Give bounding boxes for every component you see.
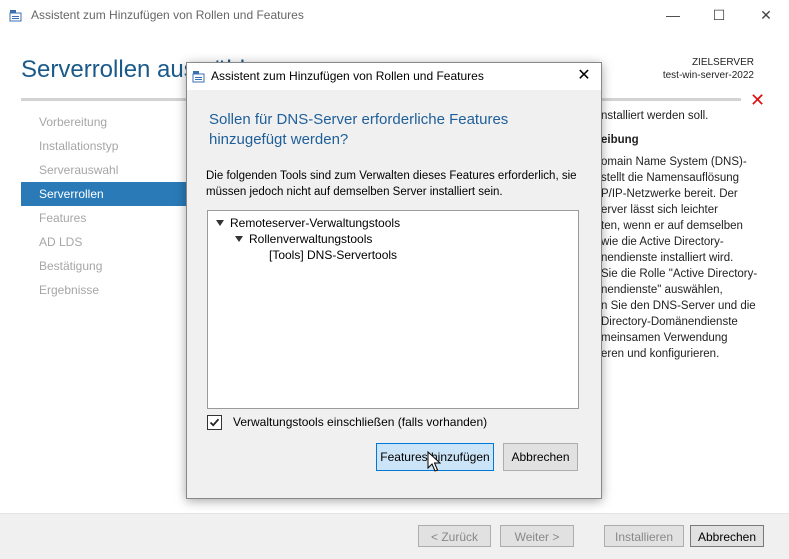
server-manager-icon	[9, 10, 22, 22]
add-features-dialog: Assistent zum Hinzufügen von Rollen und …	[186, 62, 602, 499]
description-line: n Sie den DNS-Server und die	[601, 300, 756, 312]
nav-item-vorbereitung[interactable]: Vorbereitung	[21, 110, 186, 134]
description-line: nendienste installiert wird.	[601, 252, 734, 264]
dialog-question: Sollen für DNS-Server erforderliche Feat…	[209, 111, 509, 148]
nav-item-features[interactable]: Features	[21, 206, 186, 230]
maximize-button[interactable]: ☐	[696, 0, 742, 30]
dialog-close-button[interactable]: ✕	[573, 65, 595, 87]
description-line: Directory-Domänendienste	[601, 316, 738, 328]
description-line: nendienste" auswählen,	[601, 284, 723, 296]
dialog-description: Die folgenden Tools sind zum Verwalten d…	[206, 170, 577, 198]
close-button[interactable]: ✕	[743, 0, 789, 30]
tree-node-dns-servertools[interactable]: [Tools] DNS-Servertools	[269, 247, 397, 263]
target-server-info: ZIELSERVER test-win-server-2022	[663, 56, 754, 82]
server-manager-icon	[192, 71, 205, 83]
description-line: meinsamen Verwendung	[601, 332, 728, 344]
required-features-tree[interactable]: Remoteserver-Verwaltungstools Rollenverw…	[207, 210, 579, 409]
wizard-nav: Vorbereitung Installationstyp Serverausw…	[21, 110, 186, 302]
nav-item-serverrollen[interactable]: Serverrollen	[21, 182, 186, 206]
role-description: nstalliert werden soll. eibung omain Nam…	[601, 108, 771, 362]
tree-node-label: [Tools] DNS-Servertools	[269, 248, 398, 262]
dialog-title: Assistent zum Hinzufügen von Rollen und …	[211, 69, 484, 83]
target-server-name: test-win-server-2022	[662, 70, 754, 81]
tree-node-rollenverwaltung[interactable]: Rollenverwaltungstools	[235, 231, 372, 247]
wizard-footer: < Zurück Weiter > Installieren Abbrechen	[0, 513, 789, 559]
dialog-cancel-button[interactable]: Abbrechen	[503, 443, 578, 471]
back-button[interactable]: < Zurück	[418, 525, 491, 547]
nav-item-bestaetigung[interactable]: Bestätigung	[21, 254, 186, 278]
collapse-triangle-icon[interactable]	[216, 220, 224, 226]
include-tools-checkbox[interactable]	[207, 415, 222, 430]
nav-item-serverauswahl[interactable]: Serverauswahl	[21, 158, 186, 182]
description-line: eren und konfigurieren.	[601, 348, 720, 360]
description-line: Sie die Rolle "Active Directory-	[601, 268, 758, 280]
nav-item-ad-lds[interactable]: AD LDS	[21, 230, 186, 254]
include-tools-label[interactable]: Verwaltungstools einschließen (falls vor…	[233, 415, 487, 429]
tree-node-label: Rollenverwaltungstools	[249, 232, 373, 246]
description-intro: nstalliert werden soll.	[601, 110, 709, 122]
description-heading: eibung	[601, 134, 639, 146]
tree-node-label: Remoteserver-Verwaltungstools	[230, 216, 401, 230]
description-line: P/IP-Netzwerke bereit. Der	[601, 188, 738, 200]
collapse-triangle-icon[interactable]	[235, 236, 243, 242]
title-bar: Assistent zum Hinzufügen von Rollen und …	[0, 0, 789, 30]
tree-node-remoteserver[interactable]: Remoteserver-Verwaltungstools	[216, 215, 400, 231]
nav-item-ergebnisse[interactable]: Ergebnisse	[21, 278, 186, 302]
minimize-button[interactable]: —	[650, 0, 696, 30]
description-line: wie die Active Directory-	[601, 236, 724, 248]
dialog-title-bar: Assistent zum Hinzufügen von Rollen und …	[187, 63, 601, 90]
nav-item-installationstyp[interactable]: Installationstyp	[21, 134, 186, 158]
mouse-cursor-icon	[427, 451, 441, 472]
description-line: omain Name System (DNS)-	[601, 156, 747, 168]
checkmark-icon	[209, 418, 220, 427]
cancel-button[interactable]: Abbrechen	[690, 525, 764, 547]
description-line: ten, wenn er auf demselben	[601, 220, 743, 232]
next-button[interactable]: Weiter >	[500, 525, 574, 547]
target-server-label: ZIELSERVER	[691, 57, 754, 68]
install-button[interactable]: Installieren	[604, 525, 684, 547]
window-title: Assistent zum Hinzufügen von Rollen und …	[31, 8, 304, 22]
description-line: stellt die Namensauflösung	[601, 172, 740, 184]
description-line: erver lässt sich leichter	[601, 204, 718, 216]
